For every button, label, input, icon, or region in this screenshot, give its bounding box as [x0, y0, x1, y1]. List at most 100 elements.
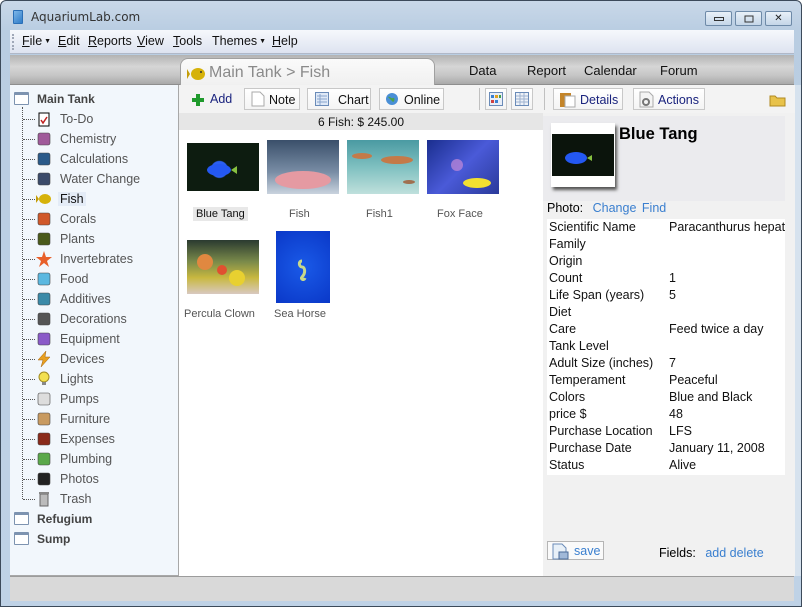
right-edge: [795, 85, 801, 576]
close-button[interactable]: ✕: [765, 11, 792, 26]
field-row[interactable]: Diet: [547, 304, 785, 321]
title-bar[interactable]: AquariumLab.com ✕: [1, 1, 801, 31]
sidebar-item-to-do[interactable]: To-Do: [22, 109, 172, 129]
field-label: Care: [549, 322, 577, 336]
field-label: price $: [549, 407, 587, 421]
delete-field-link[interactable]: delete: [730, 546, 764, 560]
field-row[interactable]: Scientific Name Paracanthurus hepatus: [547, 219, 785, 236]
thumbnail-view-button[interactable]: [485, 88, 507, 110]
clipboard-icon: [560, 93, 576, 108]
note-button[interactable]: Note: [244, 88, 300, 110]
sidebar-item-pumps[interactable]: Pumps: [22, 389, 172, 409]
sidebar-item-trash[interactable]: Trash: [22, 489, 172, 509]
table-view-icon: [515, 92, 529, 106]
tab-report[interactable]: Report: [527, 63, 566, 78]
chevron-down-icon: ▼: [259, 38, 267, 46]
field-row[interactable]: Care Feed twice a day: [547, 321, 785, 338]
tab-calendar[interactable]: Calendar: [584, 63, 637, 78]
menu-tools[interactable]: Tools: [173, 34, 202, 48]
menu-help[interactable]: Help: [272, 34, 298, 48]
field-row[interactable]: Life Span (years) 5: [547, 287, 785, 304]
sidebar-item-devices[interactable]: Devices: [22, 349, 172, 369]
sidebar-item-label: Trash: [60, 492, 92, 506]
field-row[interactable]: Purchase Location LFS: [547, 423, 785, 440]
sidebar-item-water-change[interactable]: Water Change: [22, 169, 172, 189]
tree-root-refugium[interactable]: Refugium: [10, 509, 179, 529]
sidebar-item-invertebrates[interactable]: Invertebrates: [22, 249, 172, 269]
field-value[interactable]: 7: [669, 356, 785, 370]
actions-button[interactable]: Actions: [633, 88, 705, 110]
sidebar-item-label: Lights: [60, 372, 94, 386]
field-value[interactable]: Peaceful: [669, 373, 785, 387]
add-button[interactable]: Add: [210, 92, 232, 106]
sidebar-item-label: Plumbing: [60, 452, 113, 466]
field-value[interactable]: Paracanthurus hepatus: [669, 220, 785, 234]
tree-root-sump[interactable]: Sump: [10, 529, 179, 549]
sidebar-item-equipment[interactable]: Equipment: [22, 329, 172, 349]
tab-data[interactable]: Data: [469, 63, 496, 78]
sidebar-item-furniture[interactable]: Furniture: [22, 409, 172, 429]
plant-icon: [36, 231, 52, 247]
sidebar-item-corals[interactable]: Corals: [22, 209, 172, 229]
sidebar-item-chemistry[interactable]: Chemistry: [22, 129, 172, 149]
maximize-button[interactable]: [735, 11, 762, 26]
menu-view[interactable]: View: [137, 34, 164, 48]
online-button[interactable]: Online: [379, 88, 444, 110]
sidebar-item-decorations[interactable]: Decorations: [22, 309, 172, 329]
field-row[interactable]: Status Alive: [547, 457, 785, 474]
change-photo-link[interactable]: Change: [593, 201, 637, 215]
tree-connector: [23, 319, 35, 320]
field-row[interactable]: Adult Size (inches) 7: [547, 355, 785, 372]
tab-main-tank-fish[interactable]: Main Tank > Fish: [180, 58, 435, 86]
folder-icon[interactable]: [769, 93, 786, 107]
menu-edit[interactable]: Edit: [58, 34, 80, 48]
list-view-button[interactable]: [511, 88, 533, 110]
field-row[interactable]: Colors Blue and Black: [547, 389, 785, 406]
tree-connector: [23, 259, 35, 260]
add-field-link[interactable]: add: [705, 546, 726, 560]
details-button[interactable]: Details: [553, 88, 623, 110]
save-button[interactable]: save: [547, 541, 604, 560]
starfish-icon: [36, 251, 52, 267]
field-row[interactable]: Purchase Date January 11, 2008: [547, 440, 785, 457]
field-row[interactable]: Family: [547, 236, 785, 253]
sidebar-item-plants[interactable]: Plants: [22, 229, 172, 249]
field-value[interactable]: 48: [669, 407, 785, 421]
sidebar-item-additives[interactable]: Additives: [22, 289, 172, 309]
chart-button[interactable]: Chart: [307, 88, 371, 110]
sidebar-item-food[interactable]: Food: [22, 269, 172, 289]
field-row[interactable]: Count 1: [547, 270, 785, 287]
sidebar-item-label: Additives: [60, 292, 111, 306]
field-row[interactable]: Tank Level: [547, 338, 785, 355]
tree-root-main-tank[interactable]: Main Tank: [10, 89, 179, 109]
save-document-icon: [552, 543, 569, 560]
menu-themes[interactable]: Themes ▼: [212, 34, 266, 48]
details-photo[interactable]: [551, 123, 615, 187]
field-row[interactable]: Temperament Peaceful: [547, 372, 785, 389]
field-row[interactable]: Origin: [547, 253, 785, 270]
field-value[interactable]: 5: [669, 288, 785, 302]
field-value[interactable]: Feed twice a day: [669, 322, 785, 336]
field-label: Count: [549, 271, 583, 285]
menu-file[interactable]: File ▼: [22, 34, 51, 48]
sidebar-item-photos[interactable]: Photos: [22, 469, 172, 489]
syringe-icon: [36, 291, 52, 307]
sidebar-item-lights[interactable]: Lights: [22, 369, 172, 389]
sidebar-item-expenses[interactable]: Expenses: [22, 429, 172, 449]
field-row[interactable]: price $ 48: [547, 406, 785, 423]
sidebar-item-fish[interactable]: Fish: [22, 189, 172, 209]
sidebar-item-calculations[interactable]: Calculations: [22, 149, 172, 169]
minimize-button[interactable]: [705, 11, 732, 26]
find-photo-link[interactable]: Find: [642, 201, 666, 215]
field-value[interactable]: January 11, 2008: [669, 441, 785, 455]
field-value[interactable]: Blue and Black: [669, 390, 785, 404]
tree-connector: [23, 399, 35, 400]
tab-forum[interactable]: Forum: [660, 63, 698, 78]
toolbar-grip[interactable]: [12, 34, 14, 50]
field-value[interactable]: Alive: [669, 458, 785, 472]
sidebar-item-plumbing[interactable]: Plumbing: [22, 449, 172, 469]
furniture-icon: [36, 411, 52, 427]
menu-reports[interactable]: Reports: [88, 34, 132, 48]
field-value[interactable]: LFS: [669, 424, 785, 438]
field-value[interactable]: 1: [669, 271, 785, 285]
